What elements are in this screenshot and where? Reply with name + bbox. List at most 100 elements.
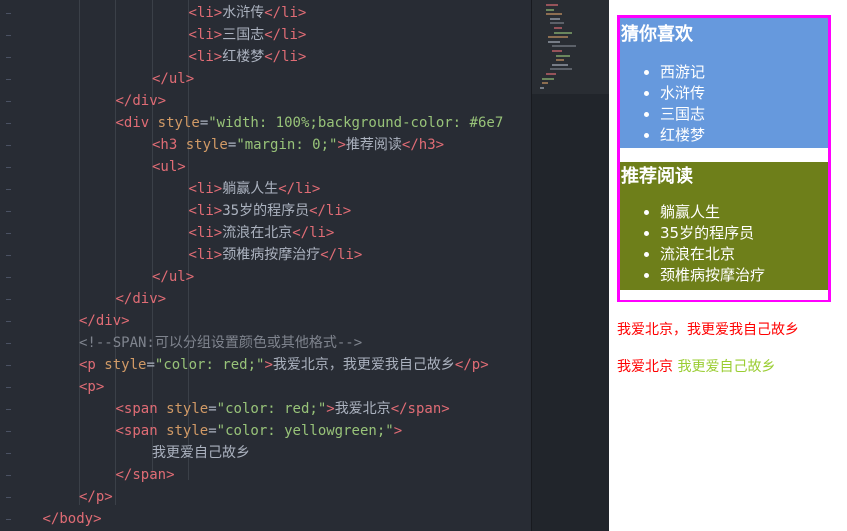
- code-line[interactable]: </div>: [79, 310, 130, 332]
- code-token: <ul>: [152, 159, 186, 175]
- gutter-mark: [6, 475, 11, 476]
- gutter-mark: [6, 145, 11, 146]
- code-token: </div>: [115, 291, 167, 307]
- minimap[interactable]: [531, 0, 610, 531]
- code-token: <!--SPAN:可以分组设置颜色或其他格式-->: [79, 335, 363, 351]
- gutter-mark: [6, 365, 11, 366]
- code-token: 我爱北京: [334, 401, 391, 417]
- code-token: "width: 100%;background-color: #6e7: [208, 115, 504, 131]
- code-token: 35岁的程序员: [222, 203, 310, 219]
- code-token: <p: [79, 357, 105, 373]
- code-token: </body>: [42, 511, 102, 527]
- code-line[interactable]: </p>: [79, 486, 113, 508]
- gutter-mark: [6, 101, 11, 102]
- code-line[interactable]: <p>: [79, 376, 104, 398]
- code-line[interactable]: <!--SPAN:可以分组设置颜色或其他格式-->: [79, 332, 362, 354]
- code-token: <span: [115, 423, 167, 439]
- code-line[interactable]: </ul>: [152, 68, 194, 90]
- gutter-mark: [6, 211, 11, 212]
- code-token: =: [199, 115, 209, 131]
- gutter-mark: [6, 255, 11, 256]
- list-item: 水浒传: [660, 83, 828, 104]
- code-token: 躺赢人生: [222, 181, 279, 197]
- code-line[interactable]: <li>颈椎病按摩治疗</li>: [189, 244, 363, 266]
- list-item: 西游记: [660, 62, 828, 83]
- code-token: 三国志: [222, 27, 265, 43]
- list-item: 躺赢人生: [660, 202, 828, 223]
- code-line[interactable]: <li>35岁的程序员</li>: [189, 200, 352, 222]
- code-line[interactable]: </div>: [116, 288, 167, 310]
- gutter-mark: [6, 13, 11, 14]
- code-token: 我更爱自己故乡: [152, 445, 250, 461]
- gutter-mark: [6, 167, 11, 168]
- gutter-mark: [6, 123, 11, 124]
- minimap-line: [552, 45, 576, 48]
- minimap-line: [550, 17, 560, 20]
- gutter-mark: [6, 497, 11, 498]
- minimap-line: [546, 13, 562, 16]
- code-line[interactable]: </ul>: [152, 266, 194, 288]
- code-line[interactable]: <span style="color: red;">我爱北京</span>: [116, 398, 450, 420]
- gutter-mark: [6, 299, 11, 300]
- code-token: </li>: [292, 225, 335, 241]
- minimap-line: [554, 27, 562, 29]
- code-token: </li>: [309, 203, 352, 219]
- list-item: 35岁的程序员: [660, 223, 828, 244]
- code-token: style: [104, 357, 147, 373]
- code-token: </span>: [115, 467, 175, 483]
- code-token: <li>: [188, 203, 223, 219]
- code-token: 颈椎病按摩治疗: [222, 247, 321, 263]
- code-line[interactable]: <span style="color: yellowgreen;">: [116, 420, 403, 442]
- code-line[interactable]: <li>躺赢人生</li>: [189, 178, 321, 200]
- spacer: [620, 148, 828, 162]
- code-line[interactable]: 我更爱自己故乡: [152, 442, 250, 464]
- code-token: >: [337, 137, 346, 153]
- code-editor[interactable]: <li>水浒传</li> <li>三国志</li> <li>红楼梦</li> </ul…: [0, 0, 531, 531]
- code-token: </h3>: [401, 137, 445, 153]
- code-token: 推荐阅读: [345, 137, 402, 153]
- code-line[interactable]: <li>红楼梦</li>: [189, 46, 307, 68]
- code-line[interactable]: <li>流浪在北京</li>: [189, 222, 335, 244]
- code-line[interactable]: <div style="width: 100%;background-color…: [116, 112, 504, 134]
- code-token: </p>: [79, 489, 113, 505]
- code-token: =: [146, 357, 155, 373]
- gutter-mark: [6, 321, 11, 322]
- list-item: 三国志: [660, 104, 828, 125]
- code-line[interactable]: <li>水浒传</li>: [189, 2, 307, 24]
- gutter-mark: [6, 233, 11, 234]
- code-line[interactable]: <h3 style="margin: 0;">推荐阅读</h3>: [152, 134, 444, 156]
- gutter-mark: [6, 343, 11, 344]
- code-token: </div>: [79, 313, 130, 329]
- code-token: "color: yellowgreen;": [216, 423, 394, 439]
- code-token: </ul>: [152, 71, 195, 87]
- gutter-mark: [6, 277, 11, 278]
- outer-container: 猜你喜欢 西游记 水浒传 三国志 红楼梦 推荐阅读 躺赢人生 35岁的程序员 流…: [617, 15, 831, 302]
- gutter-mark: [6, 431, 11, 432]
- minimap-line: [554, 31, 572, 34]
- code-token: 水浒传: [222, 5, 265, 21]
- gutter-mark: [6, 57, 11, 58]
- code-token: 红楼梦: [222, 49, 265, 65]
- yellowgreen-span: 我更爱自己故乡: [677, 359, 776, 375]
- line-gutter: [0, 0, 30, 531]
- code-line[interactable]: <li>三国志</li>: [189, 24, 307, 46]
- gutter-mark: [6, 409, 11, 410]
- minimap-line: [548, 40, 560, 43]
- code-line[interactable]: </span>: [116, 464, 175, 486]
- code-line[interactable]: </body>: [43, 508, 102, 530]
- code-token: <h3: [152, 137, 186, 153]
- gutter-mark: [6, 453, 11, 454]
- minimap-line: [550, 68, 572, 71]
- code-line[interactable]: <ul>: [152, 156, 186, 178]
- list-item: 红楼梦: [660, 125, 828, 146]
- code-line[interactable]: </div>: [116, 90, 167, 112]
- code-token: <div: [115, 115, 158, 131]
- code-token: <li>: [188, 49, 223, 65]
- code-token: 我爱北京，我更爱我自己故乡: [272, 357, 455, 373]
- red-span: 我爱北京: [617, 359, 673, 375]
- span-paragraph: 我爱北京 我更爱自己故乡: [617, 357, 775, 377]
- code-line[interactable]: <p style="color: red;">我爱北京，我更爱我自己故乡</p>: [79, 354, 489, 376]
- code-token: >: [326, 401, 335, 417]
- code-token: </li>: [278, 181, 321, 197]
- code-token: </li>: [320, 247, 363, 263]
